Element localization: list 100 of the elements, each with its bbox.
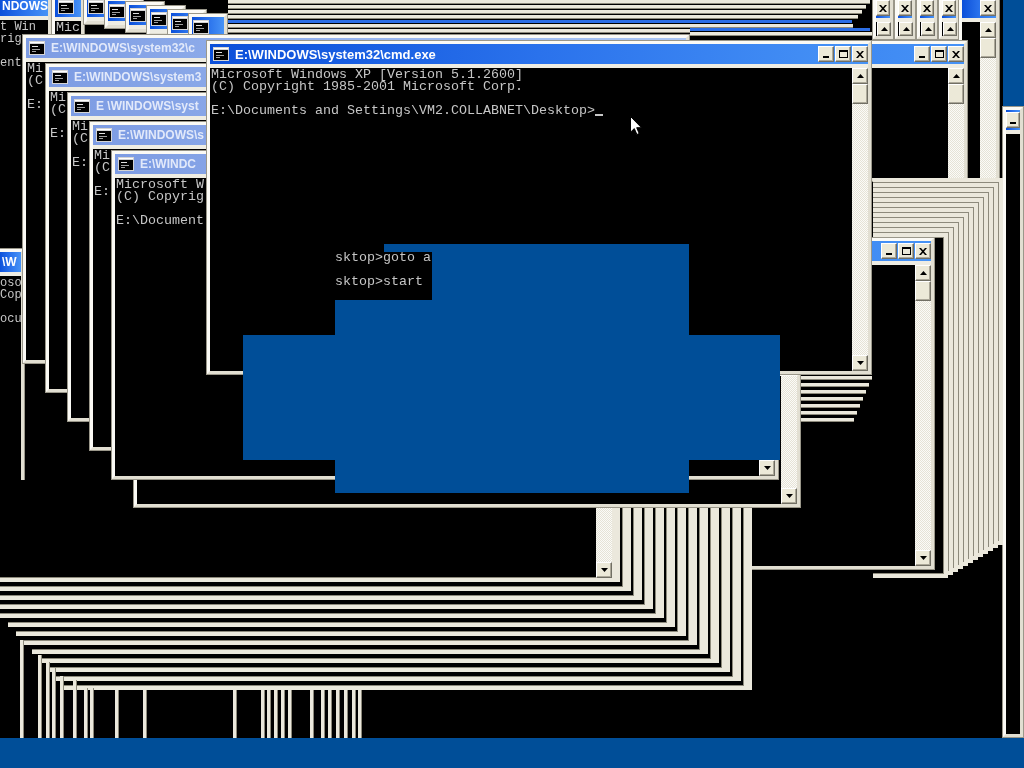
scroll-up-button[interactable] bbox=[915, 265, 931, 281]
close-button[interactable] bbox=[920, 0, 934, 16]
scrollbar[interactable] bbox=[948, 68, 964, 178]
console-line: sktop>start bbox=[335, 276, 423, 288]
console-line: (C bbox=[50, 104, 66, 116]
close-icon bbox=[919, 247, 927, 255]
down-arrow-icon bbox=[785, 494, 793, 498]
console-icon bbox=[118, 157, 134, 171]
up-arrow-icon bbox=[946, 27, 954, 31]
scroll-up-button[interactable] bbox=[948, 68, 964, 84]
console-line: oso bbox=[0, 277, 22, 289]
scroll-thumb[interactable] bbox=[948, 84, 964, 104]
scroll-down-button[interactable] bbox=[852, 355, 868, 371]
close-icon bbox=[879, 4, 887, 12]
window-title: E:\WINDOWS\system32\cmd.exe bbox=[235, 47, 436, 61]
down-arrow-icon bbox=[856, 361, 864, 365]
scrollbar[interactable] bbox=[915, 265, 931, 566]
maximize-button[interactable] bbox=[835, 46, 851, 62]
console-line: Mi bbox=[72, 121, 88, 133]
window-title: E \WINDOWS\syst bbox=[96, 100, 199, 112]
console-line: E:\Documents and Settings\VM2.COLLABNET\Desktop> bbox=[211, 105, 595, 117]
window-title: \W bbox=[2, 256, 17, 268]
down-arrow-icon bbox=[600, 568, 608, 572]
minimize-icon bbox=[1010, 122, 1016, 124]
minimize-icon bbox=[886, 253, 892, 255]
console-line: ocu bbox=[0, 313, 22, 325]
window-title: NDOWS bbox=[2, 0, 48, 12]
close-button[interactable] bbox=[915, 243, 931, 259]
console-line: rig bbox=[0, 33, 22, 45]
up-arrow-icon bbox=[952, 74, 960, 78]
scroll-up-button[interactable] bbox=[921, 22, 935, 36]
close-icon bbox=[856, 50, 864, 58]
close-button[interactable] bbox=[948, 46, 964, 62]
console-line: Mi bbox=[50, 92, 66, 104]
console-line: (C bbox=[72, 133, 88, 145]
scroll-up-button[interactable] bbox=[899, 22, 913, 36]
window-title: E:\WINDOWS\system32\c bbox=[51, 42, 196, 54]
console-icon bbox=[58, 0, 74, 14]
console-line: (C bbox=[94, 162, 110, 174]
scroll-up-button[interactable] bbox=[943, 22, 957, 36]
scroll-up-button[interactable] bbox=[852, 68, 868, 84]
scrollbar[interactable] bbox=[980, 22, 996, 178]
console-line: (C) Copyrig bbox=[116, 191, 204, 203]
minimize-button[interactable] bbox=[818, 46, 834, 62]
console-icon bbox=[96, 128, 112, 142]
up-arrow-icon bbox=[919, 271, 927, 275]
scroll-thumb[interactable] bbox=[915, 281, 931, 301]
scroll-down-button[interactable] bbox=[759, 460, 775, 476]
console-line: (C) Copyright 1985-2001 Microsoft Corp. bbox=[211, 81, 523, 93]
scroll-up-button[interactable] bbox=[980, 22, 996, 38]
console-line: t Win bbox=[0, 21, 36, 33]
scroll-down-button[interactable] bbox=[915, 550, 931, 566]
console-line: Mi bbox=[27, 63, 43, 75]
maximize-icon bbox=[838, 50, 848, 58]
up-arrow-icon bbox=[924, 27, 932, 31]
close-icon bbox=[923, 4, 931, 12]
close-button[interactable] bbox=[852, 46, 868, 62]
maximize-button[interactable] bbox=[898, 243, 914, 259]
up-arrow-icon bbox=[856, 74, 864, 78]
close-icon bbox=[984, 4, 992, 12]
scroll-down-button[interactable] bbox=[596, 562, 612, 578]
console-icon bbox=[213, 47, 229, 61]
console-line: E:\Document bbox=[116, 215, 204, 227]
pointer-icon bbox=[630, 116, 642, 135]
console-line: Mic bbox=[56, 22, 80, 34]
close-button[interactable] bbox=[876, 0, 890, 16]
console-line: Cop bbox=[0, 289, 22, 301]
scrollbar[interactable] bbox=[781, 376, 797, 504]
console-line: (C bbox=[27, 75, 43, 87]
up-arrow-icon bbox=[902, 27, 910, 31]
minimize-icon bbox=[919, 56, 925, 58]
scroll-thumb[interactable] bbox=[980, 38, 996, 58]
console-line: ent bbox=[0, 57, 22, 69]
scroll-down-button[interactable] bbox=[781, 488, 797, 504]
console-icon bbox=[52, 70, 68, 84]
scroll-up-button[interactable] bbox=[877, 22, 891, 36]
maximize-button[interactable] bbox=[931, 46, 947, 62]
console-icon bbox=[74, 99, 90, 113]
minimize-button[interactable] bbox=[914, 46, 930, 62]
window-title: E:\WINDC bbox=[140, 158, 196, 170]
close-button[interactable] bbox=[942, 0, 956, 16]
console-line: E: bbox=[94, 186, 110, 198]
close-icon bbox=[945, 4, 953, 12]
minimize-button[interactable] bbox=[1006, 112, 1020, 128]
window-title: E:\WINDOWS\system3 bbox=[74, 71, 202, 83]
console-line: E: bbox=[72, 157, 88, 169]
console-icon bbox=[29, 41, 45, 55]
close-button[interactable] bbox=[898, 0, 912, 16]
console-line: Mi bbox=[94, 150, 110, 162]
close-icon bbox=[901, 4, 909, 12]
scroll-thumb[interactable] bbox=[852, 84, 868, 104]
up-arrow-icon bbox=[984, 28, 992, 32]
scrollbar[interactable] bbox=[596, 508, 612, 578]
down-arrow-icon bbox=[919, 556, 927, 560]
minimize-icon bbox=[823, 56, 829, 58]
down-arrow-icon bbox=[763, 466, 771, 470]
close-icon bbox=[952, 50, 960, 58]
close-button[interactable] bbox=[980, 0, 996, 16]
scrollbar[interactable] bbox=[852, 68, 868, 371]
minimize-button[interactable] bbox=[881, 243, 897, 259]
